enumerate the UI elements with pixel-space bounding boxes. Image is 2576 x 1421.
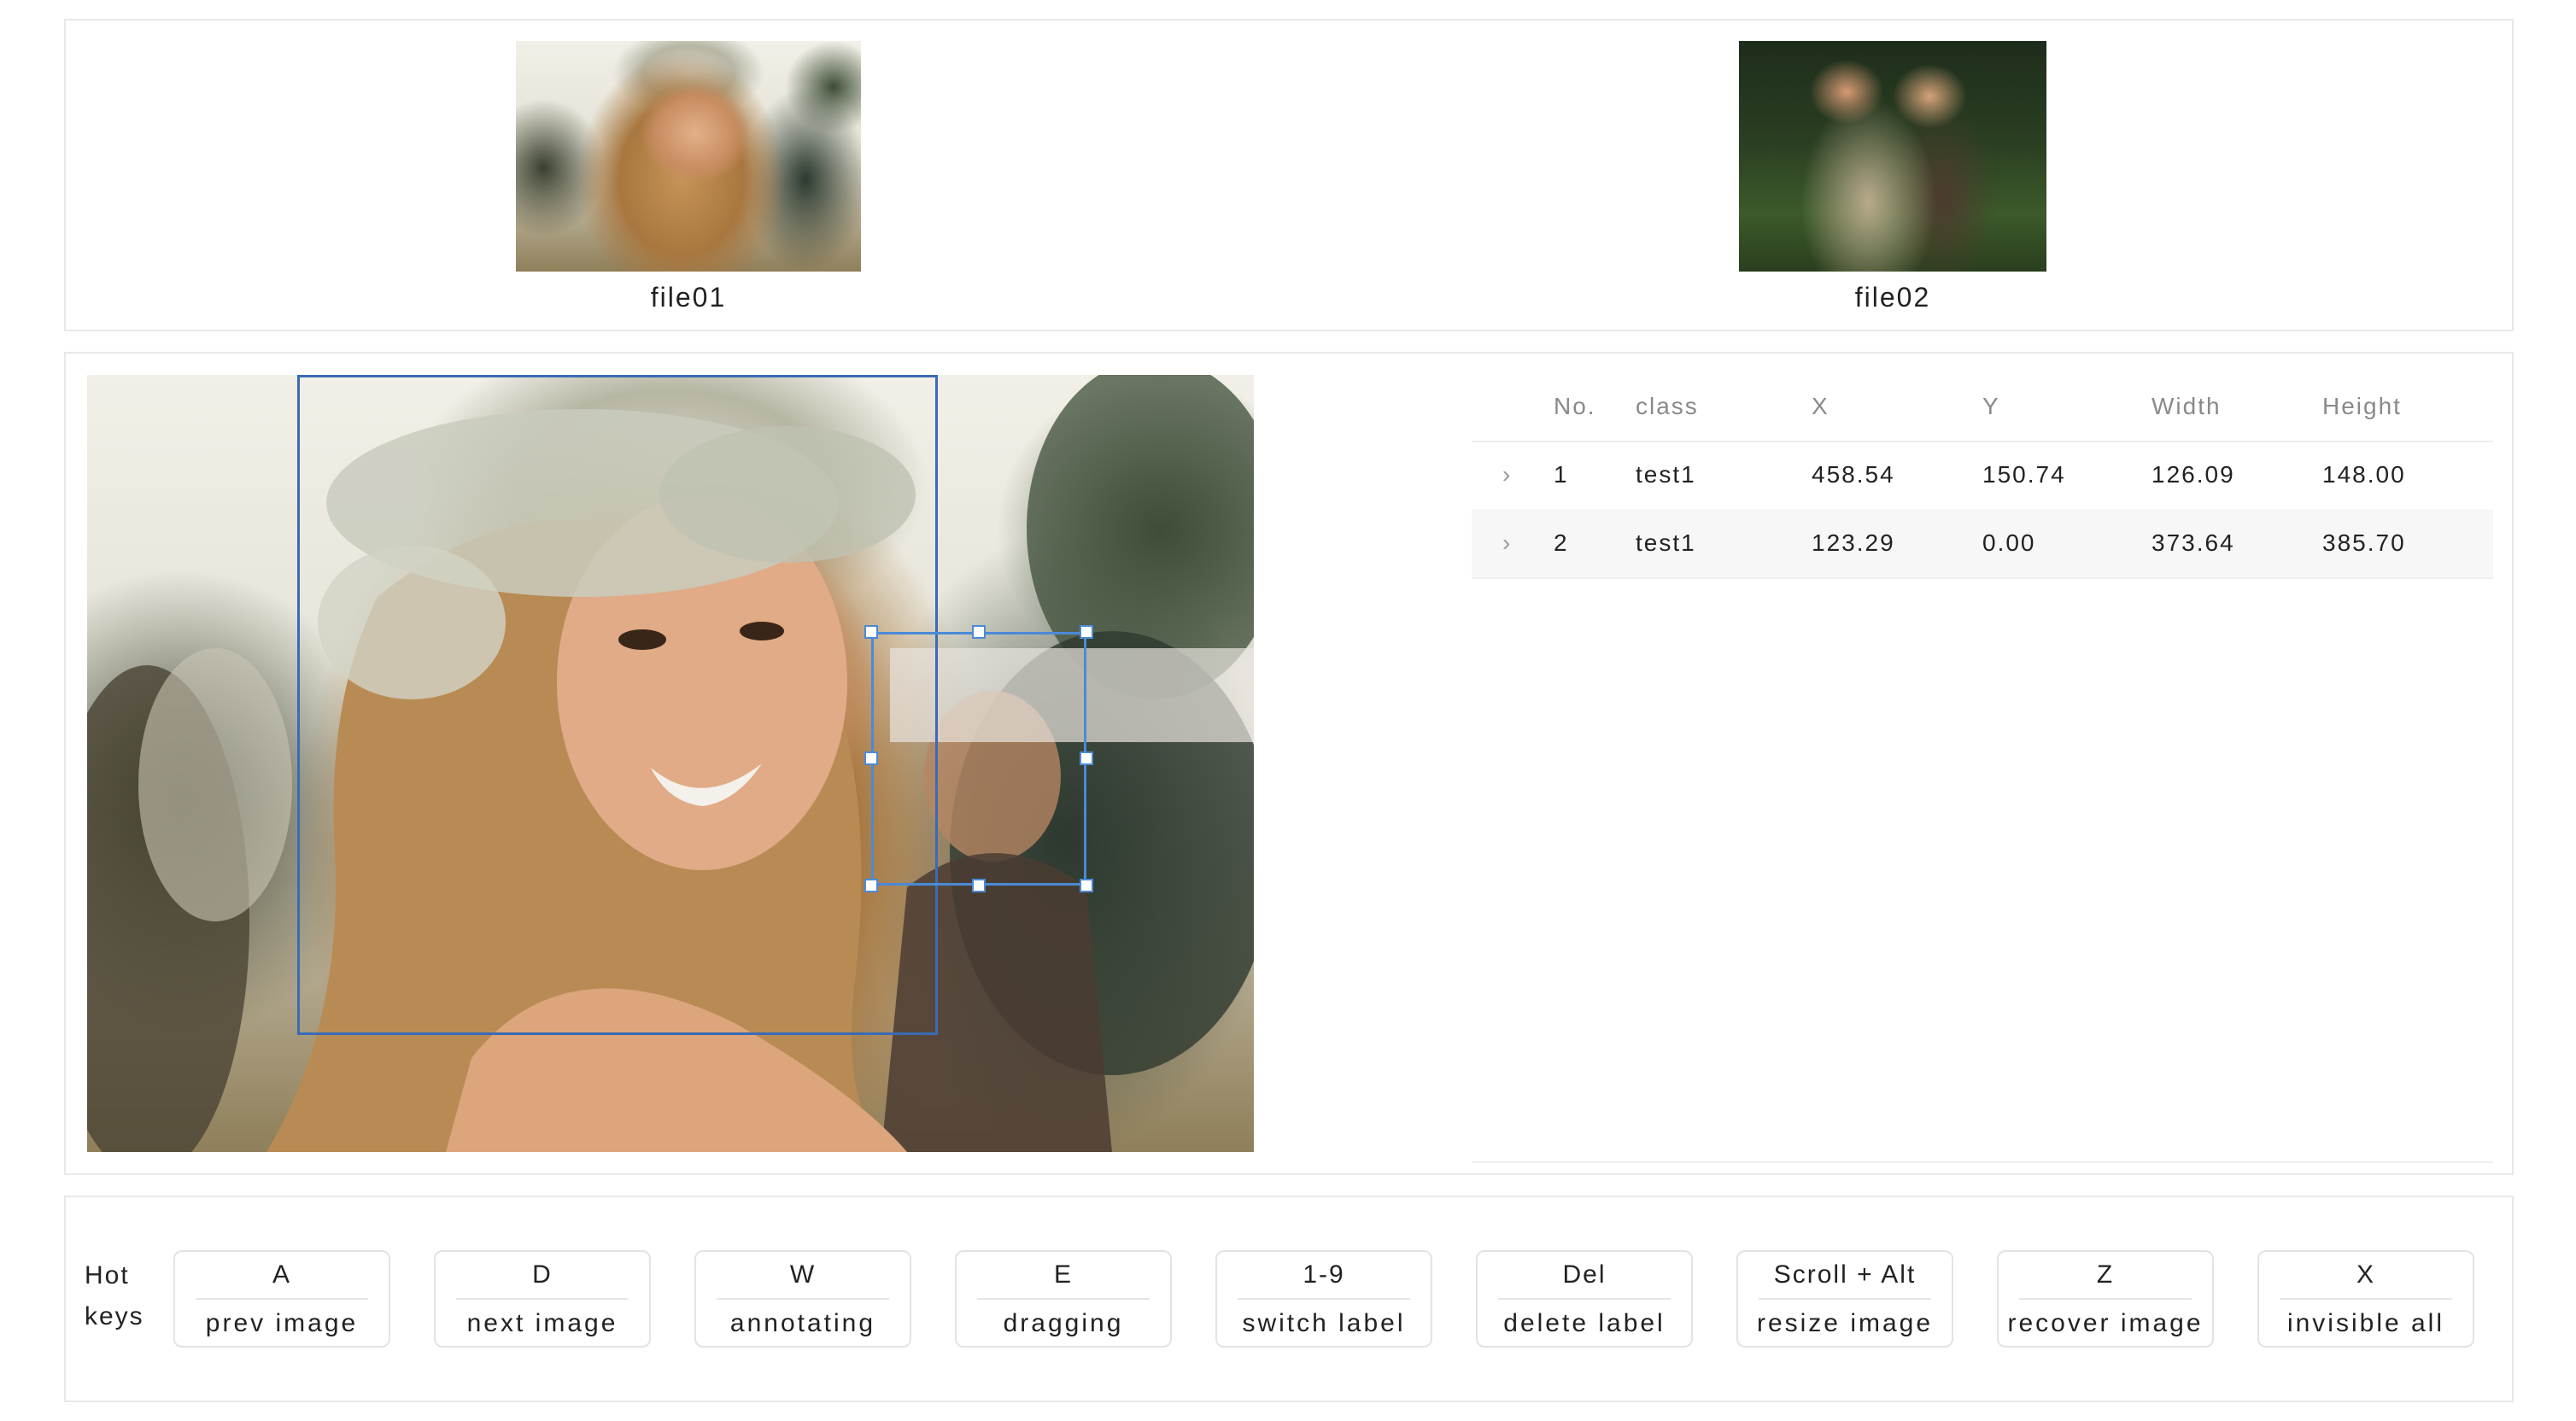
thumbnail-image[interactable] (1739, 41, 2046, 272)
resize-handle-bottom[interactable] (972, 879, 986, 892)
hotkey-key: E (977, 1252, 1150, 1300)
cell-y: 0.00 (1982, 529, 2036, 556)
table-row[interactable]: › 1 test1 458.54 150.74 126.09 148.00 (1472, 441, 2493, 511)
cell-height: 148.00 (2322, 461, 2406, 488)
thumbnail-strip: file01 file02 (64, 19, 2514, 331)
chevron-right-icon[interactable]: › (1502, 441, 1512, 509)
hotkey-description: annotating (729, 1309, 876, 1337)
thumbnail-file01[interactable]: file01 (516, 41, 861, 313)
cell-class: test1 (1636, 529, 1696, 556)
hotkey-description: dragging (1003, 1309, 1124, 1337)
thumbnail-file02[interactable]: file02 (1739, 41, 2046, 313)
hotkey-key: Z (2019, 1252, 2192, 1300)
resize-handle-left[interactable] (864, 751, 878, 765)
hotkey-dragging[interactable]: E dragging (955, 1250, 1172, 1348)
hotkey-key: A (196, 1252, 368, 1300)
chevron-right-icon[interactable]: › (1502, 509, 1512, 577)
hotkey-description: prev image (205, 1309, 359, 1337)
resize-handle-bottom-right[interactable] (1080, 879, 1093, 892)
hotkey-next-image[interactable]: D next image (434, 1250, 651, 1348)
column-header-class: class (1636, 393, 1699, 419)
cell-x: 458.54 (1812, 461, 1895, 488)
cell-width: 373.64 (2152, 529, 2235, 556)
hotkey-key: W (717, 1252, 889, 1300)
resize-handle-top-left[interactable] (864, 625, 878, 639)
table-header: No. class X Y Width Height (1472, 372, 2493, 442)
resize-handle-top[interactable] (972, 625, 986, 639)
bounding-box-2[interactable] (297, 375, 938, 1035)
annotation-canvas[interactable] (87, 375, 1254, 1152)
resize-handle-top-right[interactable] (1080, 625, 1093, 639)
bounding-box-1[interactable] (871, 632, 1086, 886)
cell-class: test1 (1636, 461, 1696, 488)
hotkeys-panel: Hot keys A prev image D next image W ann… (64, 1196, 2514, 1402)
hotkey-resize-image[interactable]: Scroll + Alt resize image (1736, 1250, 1953, 1348)
column-header-height: Height (2322, 393, 2402, 419)
hotkey-key: Scroll + Alt (1759, 1252, 1931, 1300)
hotkey-description: next image (466, 1309, 618, 1337)
resize-handle-right[interactable] (1080, 751, 1093, 765)
thumbnail-image[interactable] (516, 41, 861, 272)
hotkey-annotating[interactable]: W annotating (694, 1250, 911, 1348)
cell-no: 2 (1554, 529, 1569, 556)
column-header-y: Y (1982, 393, 2000, 419)
cell-no: 1 (1554, 461, 1569, 488)
cell-y: 150.74 (1982, 461, 2066, 488)
hotkey-invisible-all[interactable]: X invisible all (2257, 1250, 2474, 1348)
hotkey-delete-label[interactable]: Del delete label (1476, 1250, 1693, 1348)
hotkeys-title-line1: Hot (85, 1261, 130, 1289)
column-header-x: X (1812, 393, 1830, 419)
thumbnail-caption: file02 (1854, 282, 1931, 313)
hotkey-key: 1-9 (1238, 1252, 1410, 1300)
hotkeys-title-line2: keys (85, 1302, 144, 1330)
column-header-no: No. (1554, 393, 1596, 419)
hotkey-switch-label[interactable]: 1-9 switch label (1215, 1250, 1432, 1348)
annotation-workspace: No. class X Y Width Height › 1 test1 458… (64, 352, 2514, 1175)
annotation-table: No. class X Y Width Height › 1 test1 458… (1472, 372, 2493, 1163)
resize-handle-bottom-left[interactable] (864, 879, 878, 892)
thumbnail-caption: file01 (650, 282, 727, 313)
hotkey-description: recover image (2007, 1309, 2204, 1337)
cell-x: 123.29 (1812, 529, 1895, 556)
hotkey-description: invisible all (2286, 1309, 2445, 1337)
hotkey-key: D (456, 1252, 629, 1300)
cell-height: 385.70 (2322, 529, 2406, 556)
hotkey-key: Del (1498, 1252, 1671, 1300)
hotkey-description: delete label (1503, 1309, 1666, 1337)
hotkey-recover-image[interactable]: Z recover image (1997, 1250, 2214, 1348)
hotkey-key: X (2280, 1252, 2452, 1300)
hotkey-description: resize image (1756, 1309, 1934, 1337)
cell-width: 126.09 (2152, 461, 2235, 488)
column-header-width: Width (2152, 393, 2222, 419)
table-row[interactable]: › 2 test1 123.29 0.00 373.64 385.70 (1472, 509, 2493, 579)
hotkeys-title: Hot keys (85, 1255, 144, 1337)
hotkey-description: switch label (1242, 1309, 1406, 1337)
hotkey-prev-image[interactable]: A prev image (173, 1250, 390, 1348)
